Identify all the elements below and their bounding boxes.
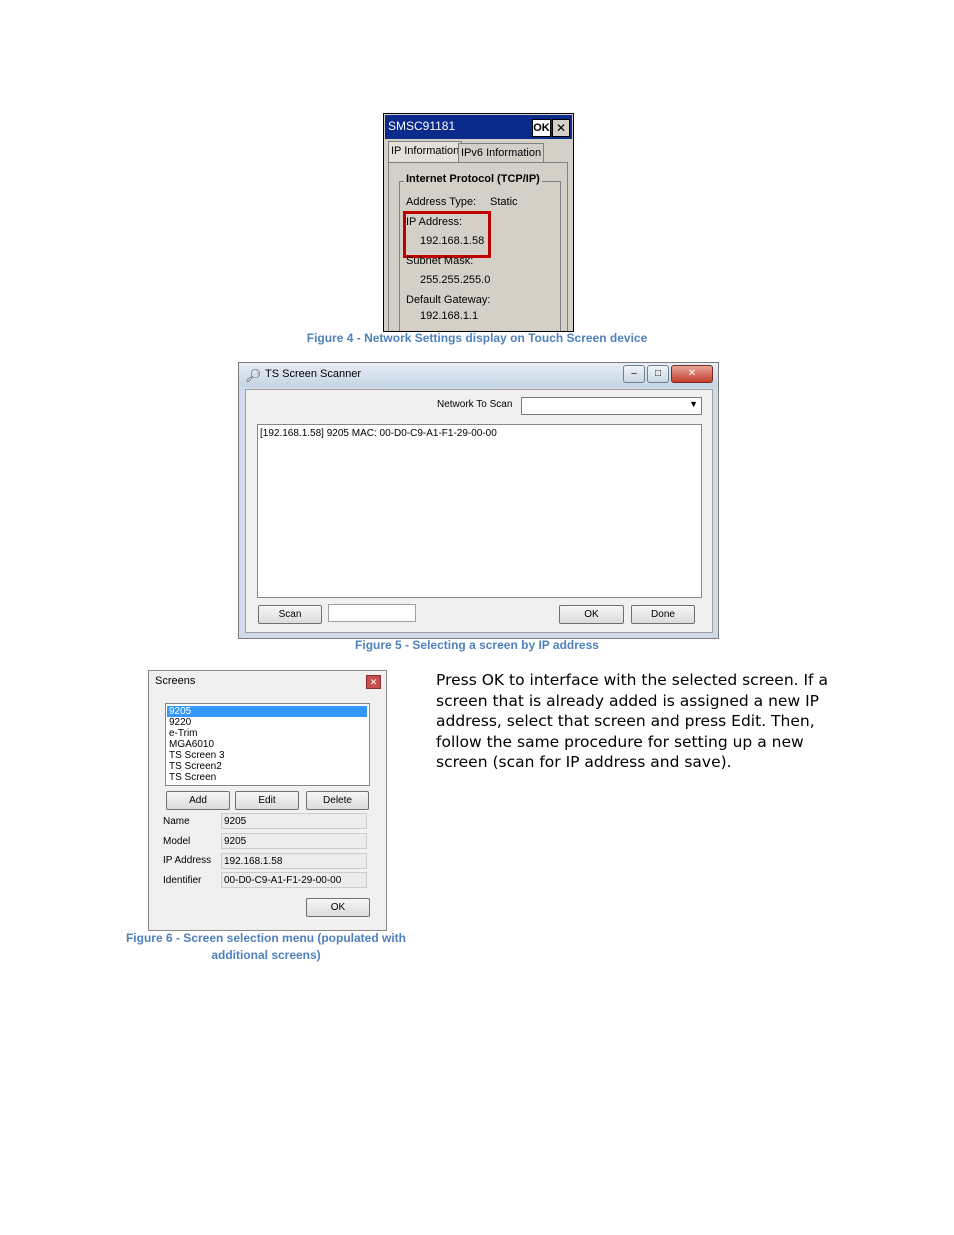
edit-keyword: Edit. (731, 712, 767, 730)
name-field[interactable]: 9205 (221, 813, 367, 829)
list-item[interactable]: 9205 (167, 706, 367, 717)
window-title: SMSC91181 (388, 119, 456, 133)
figure-6-caption-line2: additional screens) (211, 948, 321, 962)
screens-dialog: Screens ✕ 9205 9220 e-Trim MGA6010 TS Sc… (148, 670, 387, 931)
scan-button[interactable]: Scan (258, 605, 322, 624)
ts-screen-scanner-window: 🔎︎ TS Screen Scanner – □ ✕ Network To Sc… (238, 362, 719, 639)
list-item[interactable]: TS Screen (167, 772, 367, 783)
title-bar: 🔎︎ TS Screen Scanner – □ ✕ (239, 363, 718, 387)
magnifier-icon: 🔎︎ (245, 368, 262, 383)
default-gateway-value: 192.168.1.1 (420, 310, 479, 322)
figure-5-caption: Figure 5 - Selecting a screen by IP addr… (355, 638, 599, 652)
ok-button[interactable]: OK (306, 898, 370, 917)
close-icon[interactable]: ✕ (671, 365, 713, 383)
subnet-mask-label: Subnet Mask: (406, 255, 474, 267)
model-label: Model (163, 836, 191, 847)
touch-screen-network-settings: SMSC91181 OK ✕ IP Information IPv6 Infor… (383, 113, 574, 332)
ok-button[interactable]: OK (559, 605, 624, 624)
ok-button[interactable]: OK (532, 119, 551, 137)
name-label: Name (163, 816, 190, 827)
list-item[interactable]: 9220 (167, 717, 367, 728)
model-field[interactable]: 9205 (221, 833, 367, 849)
delete-button[interactable]: Delete (306, 791, 369, 810)
group-title: Internet Protocol (TCP/IP) (404, 173, 542, 185)
scan-results-list[interactable]: [192.168.1.58] 9205 MAC: 00-D0-C9-A1-F1-… (257, 424, 702, 598)
identifier-field[interactable]: 00-D0-C9-A1-F1-29-00-00 (221, 872, 367, 888)
tab-ip-information[interactable]: IP Information (388, 141, 463, 163)
edit-button[interactable]: Edit (235, 791, 299, 810)
screens-list[interactable]: 9205 9220 e-Trim MGA6010 TS Screen 3 TS … (165, 703, 370, 786)
network-to-scan-dropdown[interactable]: ▼ (521, 397, 702, 415)
ok-keyword: OK (481, 671, 505, 689)
address-type-value: Static (490, 196, 518, 208)
ip-highlight-box (403, 211, 491, 258)
default-gateway-label: Default Gateway: (406, 294, 491, 306)
list-item[interactable]: [192.168.1.58] 9205 MAC: 00-D0-C9-A1-F1-… (260, 428, 497, 439)
close-icon[interactable]: ✕ (366, 675, 381, 689)
identifier-label: Identifier (163, 875, 202, 886)
window-title: Screens (155, 675, 196, 687)
close-icon[interactable]: ✕ (552, 119, 570, 137)
title-bar: SMSC91181 OK ✕ (385, 115, 572, 139)
tab-ipv6-information[interactable]: IPv6 Information (458, 143, 545, 163)
done-button[interactable]: Done (631, 605, 695, 624)
add-button[interactable]: Add (166, 791, 230, 810)
list-item[interactable]: TS Screen2 (167, 761, 367, 772)
window-client-area: Network To Scan ▼ [192.168.1.58] 9205 MA… (245, 389, 713, 633)
maximize-icon[interactable]: □ (647, 365, 669, 383)
figure-6-caption-line1: Figure 6 - Screen selection menu (popula… (125, 931, 407, 945)
network-to-scan-label: Network To Scan (437, 399, 513, 410)
subnet-mask-value: 255.255.255.0 (420, 274, 491, 286)
figure-6-caption: Figure 6 - Screen selection menu (popula… (110, 930, 422, 964)
list-item[interactable]: TS Screen 3 (167, 750, 367, 761)
paragraph-text-1: Press (436, 671, 482, 689)
list-item[interactable]: e-Trim (167, 728, 367, 739)
figure-4-caption: Figure 4 - Network Settings display on T… (306, 331, 648, 345)
list-item[interactable]: MGA6010 (167, 739, 367, 750)
minimize-icon[interactable]: – (623, 365, 645, 383)
instruction-paragraph: Press OK to interface with the selected … (436, 670, 836, 773)
chevron-down-icon: ▼ (689, 399, 698, 409)
window-title: TS Screen Scanner (265, 368, 361, 380)
ip-address-label: IP Address (163, 855, 212, 866)
address-type-label: Address Type: (406, 196, 477, 208)
scan-status-field[interactable] (328, 604, 416, 622)
ip-address-field[interactable]: 192.168.1.58 (221, 853, 367, 869)
